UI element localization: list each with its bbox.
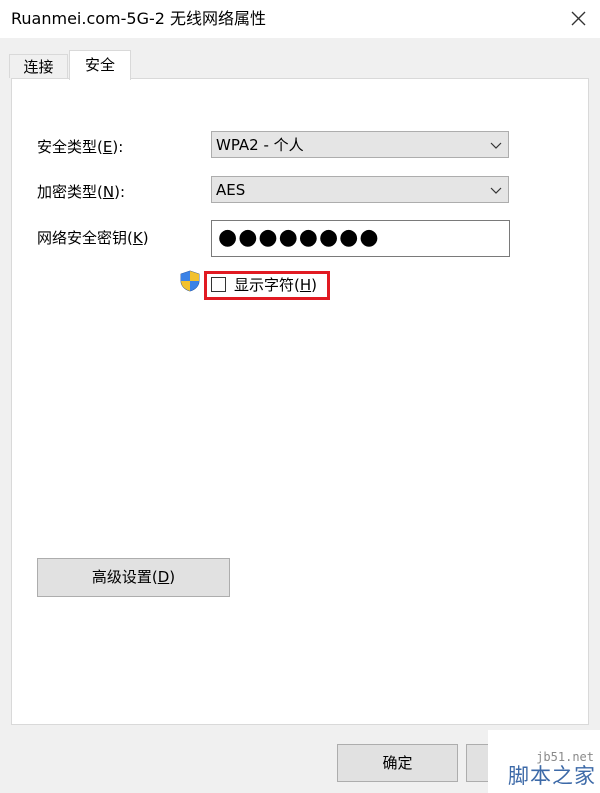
network-key-label: 网络安全密钥(K) xyxy=(37,228,149,248)
chevron-down-icon xyxy=(490,142,502,149)
encryption-type-label-text: 加密类型( xyxy=(37,183,103,201)
show-characters-checkbox[interactable] xyxy=(211,277,226,292)
watermark-name: 脚本之家 xyxy=(508,764,596,788)
encryption-type-accelerator: N xyxy=(102,183,115,201)
advanced-settings-button[interactable]: 高级设置(D) xyxy=(37,558,230,597)
show-characters-label-text: 显示字符( xyxy=(234,276,300,294)
network-key-label-end: ) xyxy=(142,229,149,247)
advanced-settings-label-text: 高级设置( xyxy=(91,568,158,586)
show-characters-label-end: ) xyxy=(311,276,317,294)
security-type-label-end: ): xyxy=(112,138,124,156)
network-key-label-text: 网络安全密钥( xyxy=(37,229,133,247)
encryption-type-value: AES xyxy=(216,181,246,199)
ok-button[interactable]: 确定 xyxy=(337,744,458,782)
uac-shield-icon xyxy=(180,270,200,292)
security-type-accelerator: E xyxy=(102,138,113,156)
watermark-domain: jb51.net xyxy=(536,750,594,764)
security-type-value: WPA2 - 个人 xyxy=(216,136,304,154)
encryption-type-label-end: ): xyxy=(114,183,125,201)
show-characters-label[interactable]: 显示字符(H) xyxy=(234,275,317,295)
encryption-type-label: 加密类型(N): xyxy=(37,182,125,202)
chevron-down-icon xyxy=(490,187,502,194)
security-type-label-text: 安全类型( xyxy=(37,138,103,156)
watermark: jb51.net 脚本之家 xyxy=(488,730,600,793)
show-characters-accelerator: H xyxy=(299,276,312,294)
network-key-value: ●●●●●●●● xyxy=(218,225,380,250)
advanced-settings-label-end: ) xyxy=(169,568,176,586)
encryption-type-select[interactable]: AES xyxy=(211,176,509,203)
advanced-settings-accelerator: D xyxy=(157,568,170,586)
security-type-label: 安全类型(E): xyxy=(37,137,123,157)
security-type-select[interactable]: WPA2 - 个人 xyxy=(211,131,509,158)
network-key-input[interactable]: ●●●●●●●● xyxy=(211,220,510,257)
network-key-accelerator: K xyxy=(132,229,143,247)
